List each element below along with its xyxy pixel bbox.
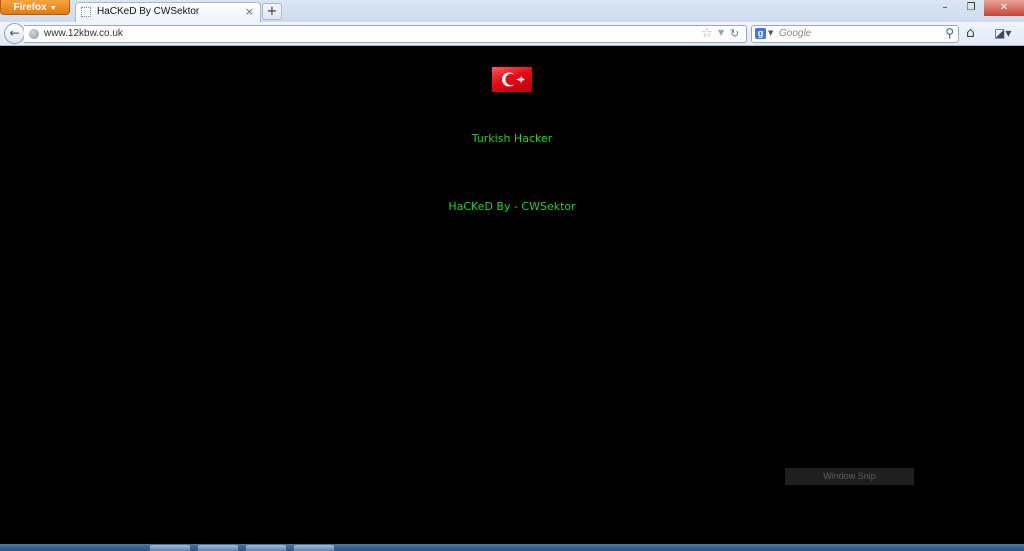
chevron-down-icon: ▼ <box>49 5 57 12</box>
tab-active[interactable]: HaCKeD By CWSektor × <box>75 2 261 22</box>
reload-icon[interactable]: ↻ <box>730 27 739 40</box>
taskbar-item[interactable] <box>294 545 334 551</box>
tab-close-icon[interactable]: × <box>245 5 254 18</box>
search-bar[interactable]: g ▼ Google ⚲ <box>751 25 959 43</box>
firefox-menu-label: Firefox <box>13 2 47 13</box>
search-placeholder[interactable]: Google <box>779 28 811 39</box>
window-snip-overlay[interactable]: Window Snip <box>785 468 914 485</box>
url-text[interactable]: www.12kbw.co.uk <box>44 28 123 39</box>
engine-dropdown-icon[interactable]: ▼ <box>768 29 773 37</box>
url-bar[interactable]: www.12kbw.co.uk ☆ ▼ ↻ <box>24 25 747 43</box>
history-dropdown-icon[interactable]: ▼ <box>718 28 724 37</box>
tab-title: HaCKeD By CWSektor <box>97 6 200 17</box>
google-engine-icon[interactable]: g <box>755 28 766 39</box>
taskbar-item[interactable] <box>198 545 238 551</box>
blank-page-icon <box>81 7 91 17</box>
window-controls: – ❐ ✕ <box>932 0 1024 16</box>
turkish-hacker-text: Turkish Hacker <box>471 132 553 145</box>
crescent-star-icon <box>502 72 525 87</box>
bookmark-star-icon[interactable]: ☆ <box>701 26 713 41</box>
navigation-bar: ← www.12kbw.co.uk ☆ ▼ ↻ g ▼ Google ⚲ ⌂ ◪… <box>0 22 1024 46</box>
hacked-by-text: HaCKeD By - CWSektor <box>448 200 576 213</box>
site-identity-icon[interactable] <box>29 29 39 39</box>
close-window-icon[interactable]: ✕ <box>984 0 1024 16</box>
page-content: Turkish Hacker HaCKeD By - CWSektor Wind… <box>0 47 1024 544</box>
turkish-flag <box>492 67 532 92</box>
back-arrow-icon[interactable]: ← <box>4 23 25 44</box>
firefox-menu-button[interactable]: Firefox ▼ <box>0 0 70 15</box>
taskbar <box>0 544 1024 551</box>
title-bar: Firefox ▼ HaCKeD By CWSektor × + – ❐ ✕ <box>0 0 1024 22</box>
minimize-icon[interactable]: – <box>932 0 958 16</box>
new-tab-button[interactable]: + <box>262 3 282 20</box>
magnifier-icon[interactable]: ⚲ <box>945 26 954 40</box>
restore-icon[interactable]: ❐ <box>958 0 984 16</box>
home-icon[interactable]: ⌂ <box>966 25 975 41</box>
addon-bar-icon[interactable]: ◪▾ <box>994 26 1011 40</box>
taskbar-item[interactable] <box>150 545 190 551</box>
taskbar-item[interactable] <box>246 545 286 551</box>
